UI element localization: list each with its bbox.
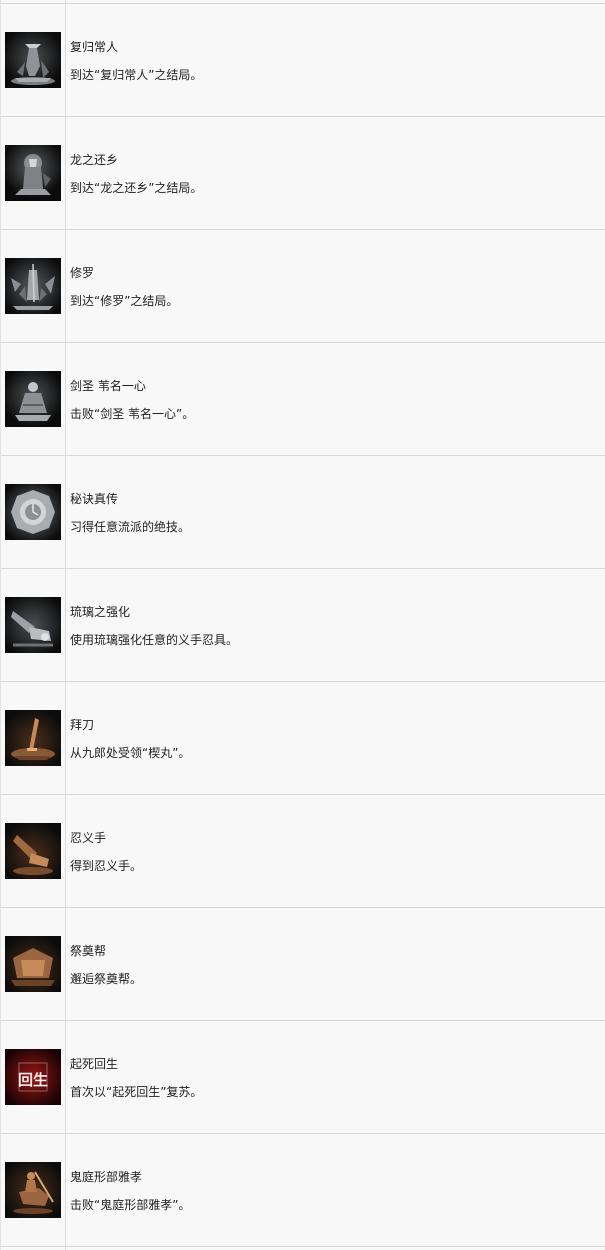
table-row: 忍义手 得到忍义手。 [1, 795, 605, 908]
achievement-title: 起死回生 [70, 1057, 119, 1071]
table-row: 修罗 到达“修罗”之结局。 [1, 230, 605, 343]
table-row: 回生 起死回生 首次以“起死回生”复苏。 [1, 1021, 605, 1134]
table-row: 复归常人 到达“复归常人”之结局。 [1, 4, 605, 117]
shrine-tent-icon [5, 936, 61, 992]
statue-figure-icon [5, 32, 61, 88]
table-row: 拜刀 从九郎处受领“楔丸”。 [1, 682, 605, 795]
dragon-homecoming-icon [5, 145, 61, 201]
achievement-description: 到达“复归常人”之结局。 [70, 68, 203, 82]
achievement-title: 琉璃之强化 [70, 605, 131, 619]
achievement-description: 使用琉璃强化任意的义手忍具。 [70, 633, 239, 647]
achievement-description: 从九郎处受领“楔丸”。 [70, 746, 191, 760]
resurrection-kanji-icon: 回生 [5, 1049, 61, 1105]
achievement-description: 击败“剑圣 苇名一心”。 [70, 407, 195, 421]
achievement-description: 到达“修罗”之结局。 [70, 294, 179, 308]
table-row: 琉璃之强化 使用琉璃强化任意的义手忍具。 [1, 569, 605, 682]
achievement-description: 邂逅祭奠帮。 [70, 972, 143, 986]
table-row: 龙之还乡 到达“龙之还乡”之结局。 [1, 117, 605, 230]
achievement-title: 秘诀真传 [70, 492, 119, 506]
sword-saint-icon [5, 371, 61, 427]
achievement-title: 鬼庭形部雅孝 [70, 1170, 143, 1184]
achievement-title: 龙之还乡 [70, 153, 119, 167]
table-row: 剑圣 苇名一心 击败“剑圣 苇名一心”。 [1, 343, 605, 456]
table-row: 祭奠帮 邂逅祭奠帮。 [1, 908, 605, 1021]
shura-icon [5, 258, 61, 314]
achievement-description: 得到忍义手。 [70, 859, 143, 873]
achievement-description: 到达“龙之还乡”之结局。 [70, 181, 203, 195]
achievement-title: 复归常人 [70, 40, 119, 54]
katana-icon [5, 710, 61, 766]
mirror-icon [5, 484, 61, 540]
achievement-description: 首次以“起死回生”复苏。 [70, 1085, 203, 1099]
mounted-warrior-icon [5, 1162, 61, 1218]
achievement-title: 剑圣 苇名一心 [70, 379, 146, 393]
achievement-title: 拜刀 [70, 718, 95, 732]
achievements-table: 复归常人 到达“复归常人”之结局。 龙之还乡 到达“龙之还乡”之结局。 修罗 到… [0, 0, 605, 1250]
achievement-description: 习得任意流派的绝技。 [70, 520, 191, 534]
table-row: 鬼庭形部雅孝 击败“鬼庭形部雅孝”。 [1, 1134, 605, 1247]
table-row: 秘诀真传 习得任意流派的绝技。 [1, 456, 605, 569]
achievement-title: 祭奠帮 [70, 944, 107, 958]
resurrection-kanji-text: 回生 [18, 1071, 48, 1089]
achievement-title: 修罗 [70, 266, 95, 280]
achievement-description: 击败“鬼庭形部雅孝”。 [70, 1198, 191, 1212]
prosthetic-arm-icon [5, 597, 61, 653]
achievement-title: 忍义手 [70, 831, 107, 845]
shinobi-prosthetic-icon [5, 823, 61, 879]
